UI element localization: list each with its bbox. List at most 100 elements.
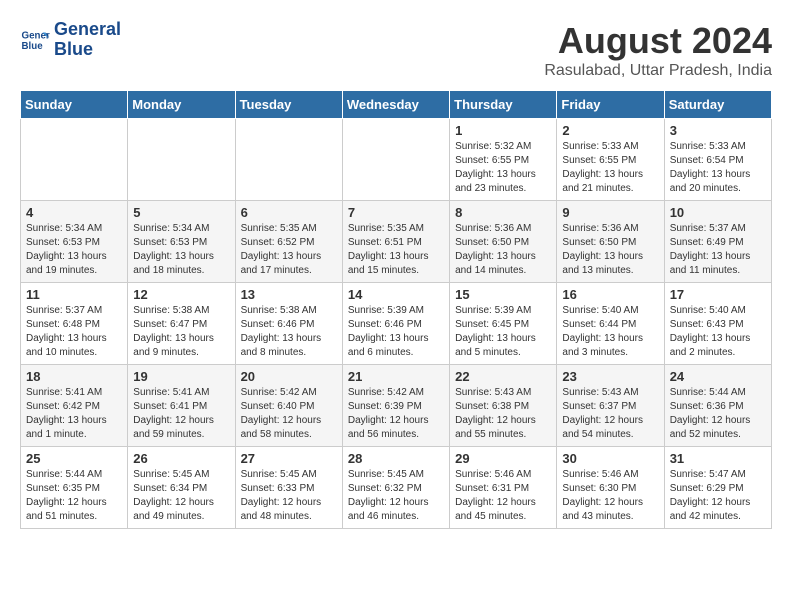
day-info: Sunrise: 5:46 AM Sunset: 6:31 PM Dayligh…	[455, 468, 551, 524]
day-number: 5	[133, 205, 229, 220]
calendar-cell: 11 Sunrise: 5:37 AM Sunset: 6:48 PM Dayli…	[21, 283, 128, 365]
weekday-header-friday: Friday	[557, 91, 664, 119]
calendar-cell: 25 Sunrise: 5:44 AM Sunset: 6:35 PM Dayli…	[21, 447, 128, 529]
svg-text:Blue: Blue	[22, 41, 44, 52]
calendar-cell	[21, 119, 128, 201]
calendar-cell	[128, 119, 235, 201]
title-section: August 2024 Rasulabad, Uttar Pradesh, In…	[544, 20, 772, 80]
calendar-week-row: 4 Sunrise: 5:34 AM Sunset: 6:53 PM Daylig…	[21, 201, 772, 283]
logo: General Blue General Blue	[20, 20, 121, 60]
day-number: 7	[348, 205, 444, 220]
day-info: Sunrise: 5:41 AM Sunset: 6:42 PM Dayligh…	[26, 386, 122, 442]
weekday-header-monday: Monday	[128, 91, 235, 119]
calendar-cell: 2Sunrise: 5:33 AM Sunset: 6:55 PM Daylig…	[557, 119, 664, 201]
calendar-body: 1 Sunrise: 5:32 AM Sunset: 6:55 PM Daylig…	[21, 119, 772, 529]
day-number: 12	[133, 287, 229, 302]
calendar-cell: 13 Sunrise: 5:38 AM Sunset: 6:46 PM Dayli…	[235, 283, 342, 365]
day-info: Sunrise: 5:38 AM Sunset: 6:47 PM Dayligh…	[133, 304, 229, 360]
calendar-cell: 6 Sunrise: 5:35 AM Sunset: 6:52 PM Daylig…	[235, 201, 342, 283]
day-info: Sunrise: 5:36 AM Sunset: 6:50 PM Dayligh…	[455, 222, 551, 278]
day-info: Sunrise: 5:33 AM Sunset: 6:54 PM Dayligh…	[670, 140, 766, 196]
day-number: 4	[26, 205, 122, 220]
weekday-header-sunday: Sunday	[21, 91, 128, 119]
day-info: Sunrise: 5:44 AM Sunset: 6:36 PM Dayligh…	[670, 386, 766, 442]
logo-text: General Blue	[54, 20, 121, 60]
calendar-cell	[342, 119, 449, 201]
day-info: Sunrise: 5:37 AM Sunset: 6:48 PM Dayligh…	[26, 304, 122, 360]
day-number: 8	[455, 205, 551, 220]
day-number: 3	[670, 123, 766, 138]
day-info: Sunrise: 5:39 AM Sunset: 6:45 PM Dayligh…	[455, 304, 551, 360]
day-number: 28	[348, 451, 444, 466]
day-info: Sunrise: 5:45 AM Sunset: 6:33 PM Dayligh…	[241, 468, 337, 524]
day-info: Sunrise: 5:46 AM Sunset: 6:30 PM Dayligh…	[562, 468, 658, 524]
day-info: Sunrise: 5:38 AM Sunset: 6:46 PM Dayligh…	[241, 304, 337, 360]
calendar-cell: 10 Sunrise: 5:37 AM Sunset: 6:49 PM Dayli…	[664, 201, 771, 283]
day-number: 13	[241, 287, 337, 302]
calendar-week-row: 18Sunrise: 5:41 AM Sunset: 6:42 PM Dayli…	[21, 365, 772, 447]
day-number: 25	[26, 451, 122, 466]
calendar-cell: 19Sunrise: 5:41 AM Sunset: 6:41 PM Dayli…	[128, 365, 235, 447]
day-number: 6	[241, 205, 337, 220]
calendar-week-row: 25 Sunrise: 5:44 AM Sunset: 6:35 PM Dayli…	[21, 447, 772, 529]
calendar-cell: 27 Sunrise: 5:45 AM Sunset: 6:33 PM Dayli…	[235, 447, 342, 529]
day-info: Sunrise: 5:43 AM Sunset: 6:37 PM Dayligh…	[562, 386, 658, 442]
header: General Blue General Blue August 2024 Ra…	[20, 20, 772, 80]
day-number: 11	[26, 287, 122, 302]
calendar-week-row: 11 Sunrise: 5:37 AM Sunset: 6:48 PM Dayli…	[21, 283, 772, 365]
day-info: Sunrise: 5:33 AM Sunset: 6:55 PM Dayligh…	[562, 140, 658, 196]
weekday-header-tuesday: Tuesday	[235, 91, 342, 119]
day-number: 16	[562, 287, 658, 302]
day-number: 26	[133, 451, 229, 466]
calendar-cell: 15 Sunrise: 5:39 AM Sunset: 6:45 PM Dayli…	[450, 283, 557, 365]
day-info: Sunrise: 5:36 AM Sunset: 6:50 PM Dayligh…	[562, 222, 658, 278]
calendar-cell: 23 Sunrise: 5:43 AM Sunset: 6:37 PM Dayli…	[557, 365, 664, 447]
day-number: 9	[562, 205, 658, 220]
day-info: Sunrise: 5:34 AM Sunset: 6:53 PM Dayligh…	[133, 222, 229, 278]
calendar-cell: 21Sunrise: 5:42 AM Sunset: 6:39 PM Dayli…	[342, 365, 449, 447]
location-subtitle: Rasulabad, Uttar Pradesh, India	[544, 62, 772, 80]
day-number: 1	[455, 123, 551, 138]
day-number: 10	[670, 205, 766, 220]
svg-text:General: General	[22, 30, 51, 41]
day-info: Sunrise: 5:35 AM Sunset: 6:52 PM Dayligh…	[241, 222, 337, 278]
calendar-cell: 12 Sunrise: 5:38 AM Sunset: 6:47 PM Dayli…	[128, 283, 235, 365]
day-number: 24	[670, 369, 766, 384]
day-number: 29	[455, 451, 551, 466]
day-info: Sunrise: 5:42 AM Sunset: 6:40 PM Dayligh…	[241, 386, 337, 442]
day-info: Sunrise: 5:37 AM Sunset: 6:49 PM Dayligh…	[670, 222, 766, 278]
calendar-cell: 14 Sunrise: 5:39 AM Sunset: 6:46 PM Dayli…	[342, 283, 449, 365]
day-number: 15	[455, 287, 551, 302]
day-info: Sunrise: 5:43 AM Sunset: 6:38 PM Dayligh…	[455, 386, 551, 442]
calendar-cell: 1 Sunrise: 5:32 AM Sunset: 6:55 PM Daylig…	[450, 119, 557, 201]
day-number: 27	[241, 451, 337, 466]
calendar-week-row: 1 Sunrise: 5:32 AM Sunset: 6:55 PM Daylig…	[21, 119, 772, 201]
calendar-cell: 18Sunrise: 5:41 AM Sunset: 6:42 PM Dayli…	[21, 365, 128, 447]
day-info: Sunrise: 5:47 AM Sunset: 6:29 PM Dayligh…	[670, 468, 766, 524]
day-info: Sunrise: 5:35 AM Sunset: 6:51 PM Dayligh…	[348, 222, 444, 278]
day-info: Sunrise: 5:32 AM Sunset: 6:55 PM Dayligh…	[455, 140, 551, 196]
calendar-cell: 31 Sunrise: 5:47 AM Sunset: 6:29 PM Dayli…	[664, 447, 771, 529]
day-info: Sunrise: 5:34 AM Sunset: 6:53 PM Dayligh…	[26, 222, 122, 278]
day-number: 30	[562, 451, 658, 466]
month-year-title: August 2024	[544, 20, 772, 62]
day-info: Sunrise: 5:39 AM Sunset: 6:46 PM Dayligh…	[348, 304, 444, 360]
day-info: Sunrise: 5:42 AM Sunset: 6:39 PM Dayligh…	[348, 386, 444, 442]
day-number: 20	[241, 369, 337, 384]
calendar-cell: 4 Sunrise: 5:34 AM Sunset: 6:53 PM Daylig…	[21, 201, 128, 283]
calendar-cell: 17 Sunrise: 5:40 AM Sunset: 6:43 PM Dayli…	[664, 283, 771, 365]
calendar-cell: 30 Sunrise: 5:46 AM Sunset: 6:30 PM Dayli…	[557, 447, 664, 529]
day-info: Sunrise: 5:44 AM Sunset: 6:35 PM Dayligh…	[26, 468, 122, 524]
day-number: 17	[670, 287, 766, 302]
calendar-cell: 24 Sunrise: 5:44 AM Sunset: 6:36 PM Dayli…	[664, 365, 771, 447]
calendar-cell: 16Sunrise: 5:40 AM Sunset: 6:44 PM Dayli…	[557, 283, 664, 365]
calendar-cell	[235, 119, 342, 201]
calendar-cell: 8 Sunrise: 5:36 AM Sunset: 6:50 PM Daylig…	[450, 201, 557, 283]
calendar-cell: 20 Sunrise: 5:42 AM Sunset: 6:40 PM Dayli…	[235, 365, 342, 447]
day-number: 31	[670, 451, 766, 466]
day-number: 14	[348, 287, 444, 302]
calendar-cell: 26Sunrise: 5:45 AM Sunset: 6:34 PM Dayli…	[128, 447, 235, 529]
calendar-table: SundayMondayTuesdayWednesdayThursdayFrid…	[20, 90, 772, 529]
day-info: Sunrise: 5:40 AM Sunset: 6:43 PM Dayligh…	[670, 304, 766, 360]
day-number: 23	[562, 369, 658, 384]
